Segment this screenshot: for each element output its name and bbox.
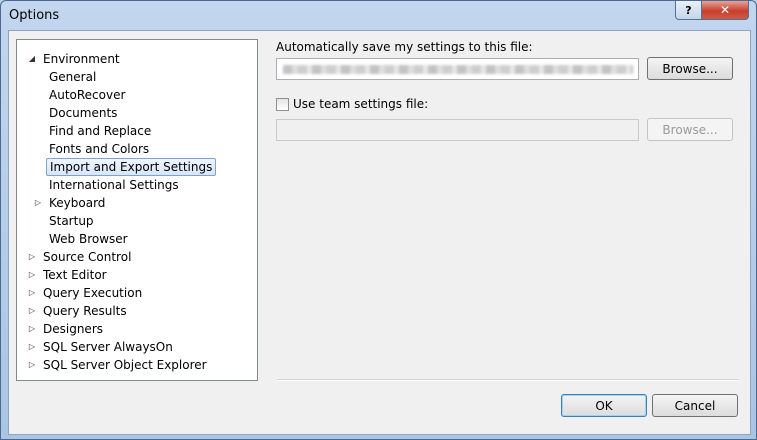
title-bar[interactable]: Options ? ✕ [1, 1, 756, 30]
autosave-path-input[interactable] [276, 58, 639, 80]
ok-button[interactable]: OK [561, 394, 647, 417]
expand-arrow-icon[interactable]: ▷ [27, 266, 37, 284]
autosave-label: Automatically save my settings to this f… [276, 40, 533, 54]
expand-arrow-icon[interactable]: ▷ [27, 320, 37, 338]
options-tree[interactable]: ◢ Environment General AutoRecover Docume… [16, 39, 258, 381]
close-icon: ✕ [719, 3, 731, 17]
team-settings-path-input[interactable] [276, 119, 639, 141]
window-title: Options [9, 8, 60, 23]
team-browse-button[interactable]: Browse... [647, 118, 733, 141]
expand-arrow-icon[interactable]: ▷ [33, 194, 43, 212]
expand-arrow-icon[interactable]: ▷ [27, 356, 37, 374]
expand-arrow-icon[interactable]: ▷ [27, 338, 37, 356]
team-settings-checkbox[interactable] [276, 98, 289, 111]
expand-arrow-icon[interactable]: ▷ [27, 248, 37, 266]
help-button[interactable]: ? [675, 1, 702, 20]
redacted-path [283, 65, 633, 74]
collapse-arrow-icon[interactable]: ◢ [27, 50, 37, 68]
options-dialog: Options ? ✕ ◢ Environment General AutoRe… [0, 0, 757, 440]
expand-arrow-icon[interactable]: ▷ [27, 302, 37, 320]
dialog-body: ◢ Environment General AutoRecover Docume… [8, 30, 751, 435]
cancel-button[interactable]: Cancel [652, 394, 738, 417]
browse-button[interactable]: Browse... [647, 57, 733, 80]
close-button[interactable]: ✕ [701, 1, 749, 20]
team-settings-label[interactable]: Use team settings file: [293, 97, 428, 111]
help-icon: ? [685, 3, 692, 17]
expand-arrow-icon[interactable]: ▷ [27, 284, 37, 302]
footer-separator [277, 379, 739, 381]
